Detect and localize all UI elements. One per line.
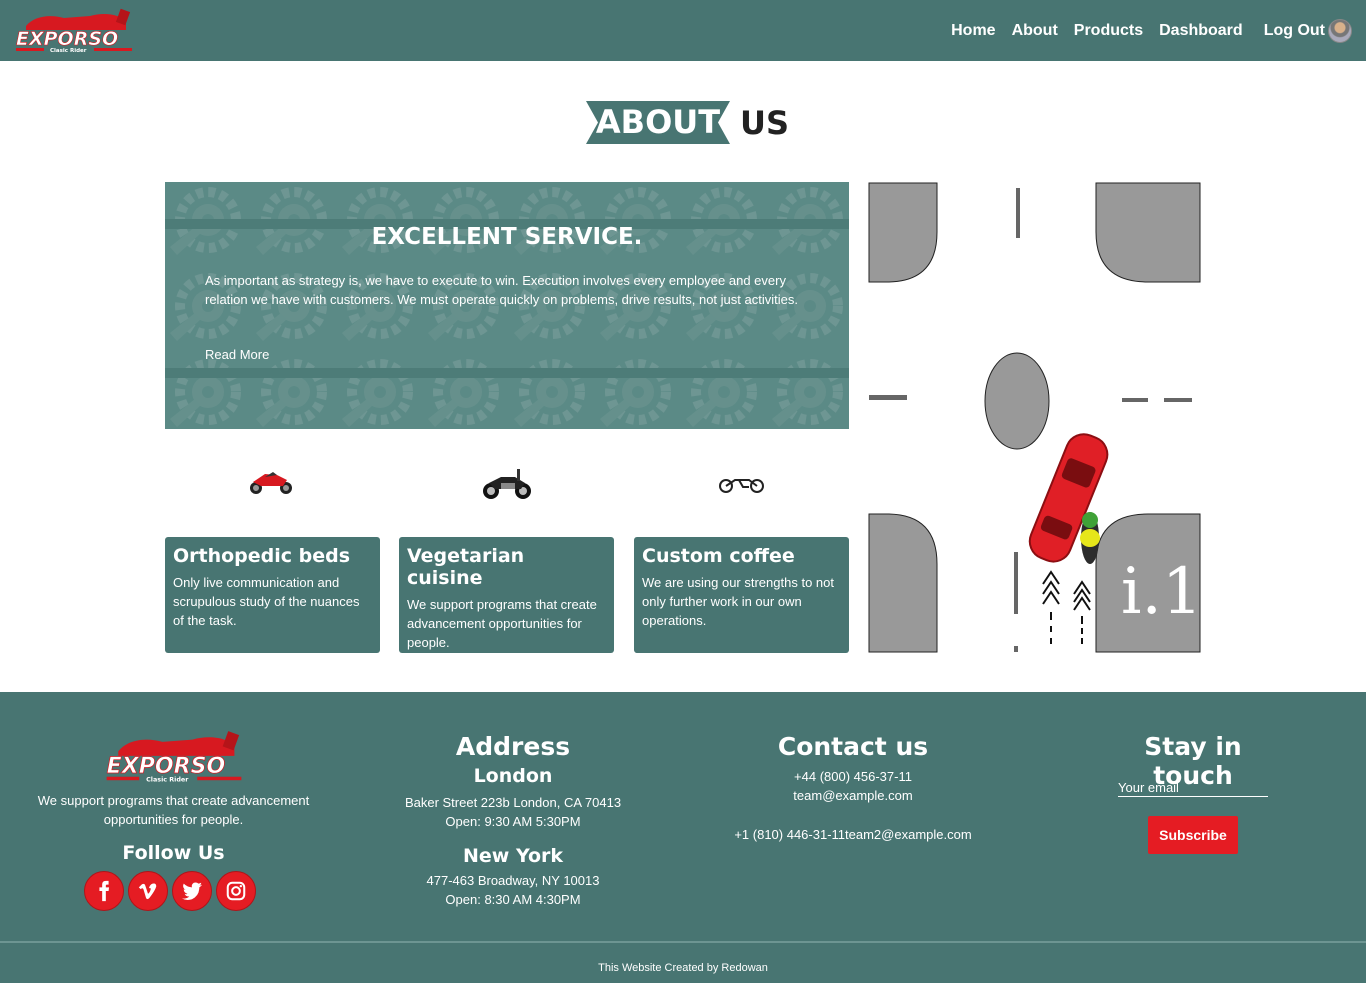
footer-divider [0,941,1366,943]
footer-logo[interactable]: EXPORSO Clasic Rider [102,730,246,784]
nav-products-link[interactable]: Products [1074,22,1143,40]
footer-credit: This Website Created by Redowan [598,962,768,974]
london-address: Baker Street 223b London, CA 70413 [404,795,622,810]
sport-bike-icon [250,472,292,494]
chopper-bike-icon [719,479,764,493]
contact-email: team@example.com [793,788,913,803]
address-heading: Address [455,732,571,761]
social-links [84,871,260,911]
card-text: We are using our strengths to not only f… [642,575,834,628]
contact-phone: +44 (800) 456-37-11 [794,769,912,784]
contact-heading: Contact us [777,732,929,761]
follow-us-heading: Follow Us [122,842,225,864]
contact-line-2: +1 (810) 446-31-11team2@example.com [734,827,972,842]
footer-tagline: We support programs that create advancem… [37,793,310,827]
title-ribbon: ABOUT [586,101,730,144]
newyork-hours: Open: 8:30 AM 4:30PM [445,892,581,907]
card-title: Custom coffee [642,545,795,567]
road-sign-text: i.1 [1121,555,1202,629]
nav-logout-link[interactable]: Log Out [1264,22,1325,40]
exporso-logo[interactable]: EXPORSO Clasic Rider [12,8,136,54]
service-banner: EXCELLENT SERVICE. As important as strat… [165,182,849,429]
feature-card: Vegetarian cuisine We support programs t… [399,537,614,653]
banner-text: As important as strategy is, we have to … [205,273,798,307]
feature-card: Orthopedic beds Only live communication … [165,537,380,653]
london-hours: Open: 9:30 AM 5:30PM [445,814,581,829]
page-title: ABOUT US [586,101,789,144]
road-intersection-illustration: i.1 [868,182,1202,653]
read-more-link[interactable]: Read More [205,347,269,362]
nav-about-link[interactable]: About [1012,22,1058,40]
card-text: We support programs that create advancem… [407,597,597,650]
nav-home-link[interactable]: Home [951,22,995,40]
contact-column: Contact us +44 (800) 456-37-11 team@exam… [723,732,983,844]
title-highlight: ABOUT [595,103,721,141]
card-title: Orthopedic beds [173,545,351,567]
address-column: Address London Baker Street 223b London,… [398,732,628,909]
lane-arrows-icon [1042,570,1091,644]
subscribe-button[interactable]: Subscribe [1148,816,1238,854]
newyork-heading: New York [462,845,564,867]
vimeo-icon[interactable] [128,871,168,911]
svg-text:Clasic Rider: Clasic Rider [50,48,87,54]
cruiser-bike-icon [483,469,531,499]
card-text: Only live communication and scrupulous s… [173,575,360,628]
nav-dashboard-link[interactable]: Dashboard [1159,22,1243,40]
newsletter-email-input[interactable] [1118,779,1268,797]
title-rest: US [740,103,790,142]
user-avatar[interactable] [1328,18,1352,43]
instagram-icon[interactable] [216,871,256,911]
banner-title: EXCELLENT SERVICE. [371,224,643,250]
nav-links: Home About Products Dashboard Log Out [935,0,1352,61]
svg-text:EXPORSO: EXPORSO [16,28,118,50]
twitter-icon[interactable] [172,871,212,911]
newyork-address: 477-463 Broadway, NY 10013 [426,873,600,888]
london-heading: London [473,765,553,787]
feature-card: Custom coffee We are using our strengths… [634,537,849,653]
svg-text:Clasic Rider: Clasic Rider [146,775,189,783]
navbar: EXPORSO Clasic Rider Home About Products… [0,0,1366,61]
card-title: Vegetarian cuisine [407,545,525,589]
facebook-icon[interactable] [84,871,124,911]
